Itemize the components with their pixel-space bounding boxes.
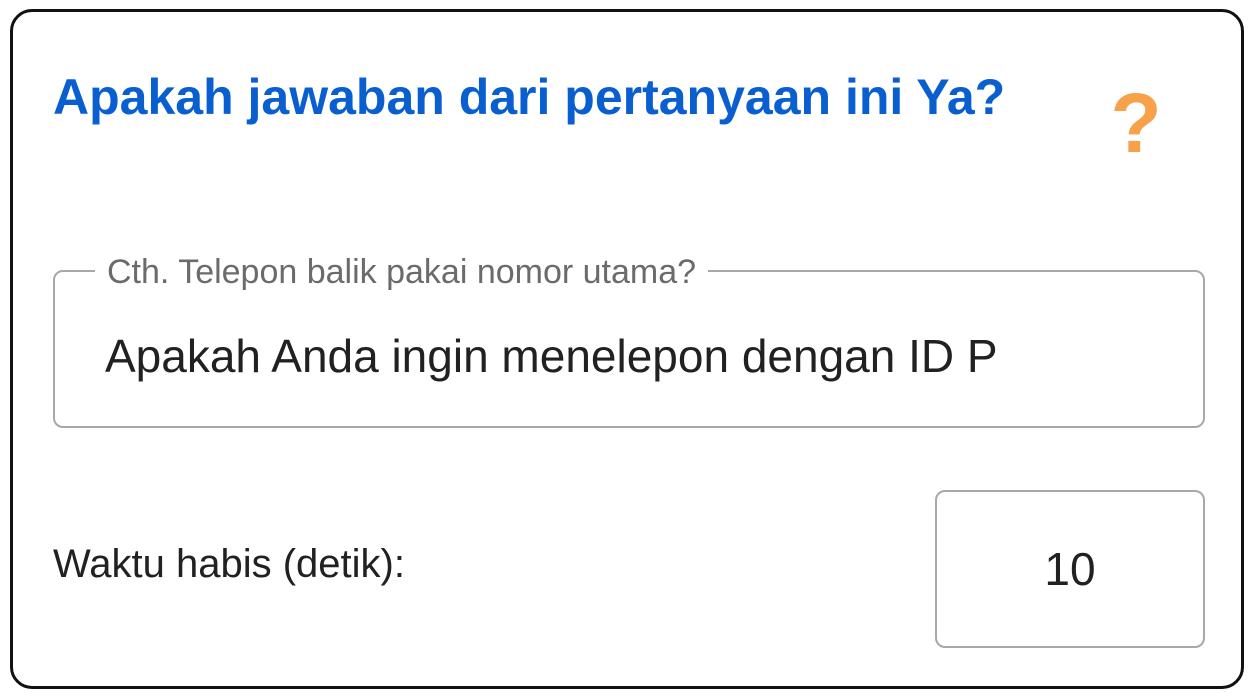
question-mark-icon[interactable]: ?	[1109, 78, 1163, 168]
question-field-placeholder: Cth. Telepon balik pakai nomor utama?	[95, 252, 709, 292]
dialog-title: Apakah jawaban dari pertanyaan ini Ya?	[53, 69, 1006, 125]
dialog-card: Apakah jawaban dari pertanyaan ini Ya? ?…	[10, 9, 1244, 689]
timeout-input[interactable]: 10	[935, 490, 1205, 648]
question-field[interactable]: Cth. Telepon balik pakai nomor utama? Ap…	[53, 252, 1205, 428]
timeout-label: Waktu habis (detik):	[53, 542, 405, 586]
question-input[interactable]: Apakah Anda ingin menelepon dengan ID P	[105, 328, 1165, 384]
